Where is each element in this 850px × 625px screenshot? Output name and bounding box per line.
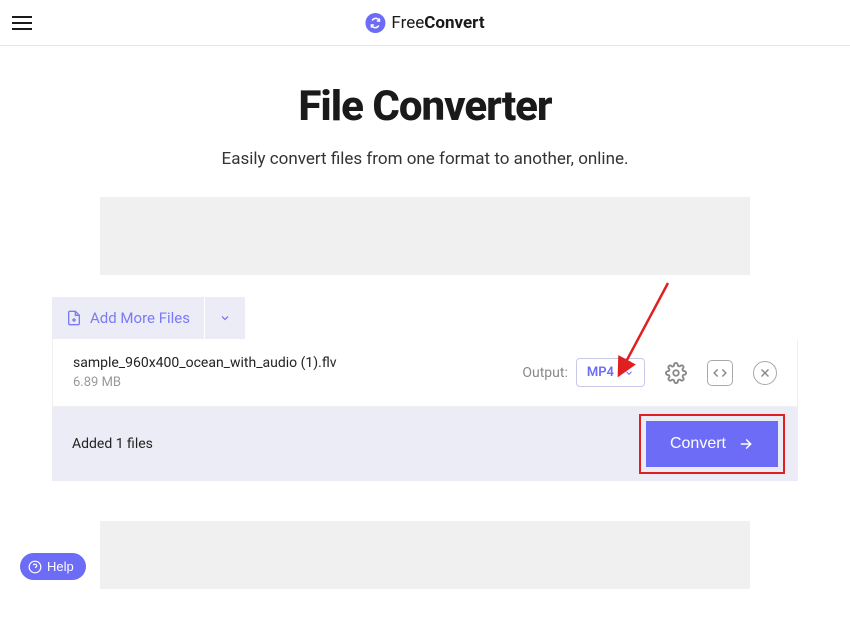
convert-label: Convert: [670, 435, 726, 453]
add-more-files-button[interactable]: Add More Files: [52, 297, 204, 339]
arrow-right-icon: [738, 437, 754, 451]
status-text: Added 1 files: [72, 436, 153, 452]
format-select[interactable]: MP4: [576, 358, 645, 387]
close-icon: [758, 366, 772, 380]
add-more-files-label: Add More Files: [90, 309, 190, 327]
help-icon: [28, 560, 42, 574]
file-name: sample_960x400_ocean_with_audio (1).flv: [73, 355, 522, 371]
chevron-down-icon: [624, 368, 634, 378]
file-row: sample_960x400_ocean_with_audio (1).flv …: [52, 339, 798, 407]
page-subtitle: Easily convert files from one format to …: [0, 149, 850, 169]
add-more-dropdown[interactable]: [204, 297, 245, 339]
file-plus-icon: [66, 309, 82, 327]
file-size: 6.89 MB: [73, 375, 522, 390]
gear-icon: [665, 362, 687, 384]
page-title: File Converter: [0, 82, 850, 131]
brand-logo[interactable]: FreeConvert: [365, 13, 484, 33]
menu-button[interactable]: [12, 16, 32, 30]
ad-placeholder: [100, 521, 750, 589]
conversion-footer: Added 1 files Convert: [52, 407, 798, 481]
remove-file-button[interactable]: [753, 361, 777, 385]
refresh-icon: [365, 13, 385, 33]
ad-placeholder: [100, 197, 750, 275]
convert-button[interactable]: Convert: [646, 421, 778, 467]
output-label: Output:: [522, 365, 567, 381]
help-label: Help: [47, 559, 74, 574]
toolbar: Add More Files: [52, 297, 798, 339]
help-button[interactable]: Help: [20, 553, 86, 580]
brand-name: FreeConvert: [391, 13, 484, 33]
settings-button[interactable]: [665, 362, 687, 384]
embed-button[interactable]: [707, 360, 733, 386]
header: FreeConvert: [0, 0, 850, 46]
chevron-down-icon: [219, 312, 231, 324]
main: File Converter Easily convert files from…: [0, 46, 850, 625]
code-icon: [713, 366, 727, 380]
format-value: MP4: [587, 365, 614, 380]
